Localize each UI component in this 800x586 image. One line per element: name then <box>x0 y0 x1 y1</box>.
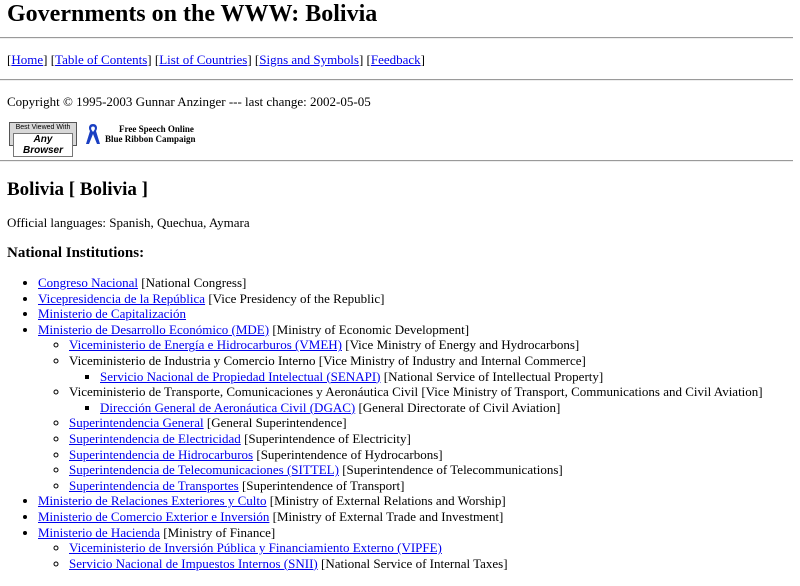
nav-toc-link[interactable]: Table of Contents <box>55 52 147 67</box>
list-item: Viceministerio de Industria y Comercio I… <box>69 353 793 384</box>
institution-name: Viceministerio de Transporte, Comunicaci… <box>69 384 419 400</box>
list-item: Ministerio de Desarrollo Económico (MDE)… <box>38 322 793 494</box>
sub-list: Viceministerio de Energía e Hidrocarburo… <box>38 337 793 493</box>
copyright-notice: Copyright © 1995-2003 Gunnar Anzinger --… <box>7 94 371 109</box>
country-heading: Bolivia [ Bolivia ] <box>7 179 148 200</box>
divider <box>0 160 793 162</box>
institution-translation: [General Superintendence] <box>203 415 347 431</box>
list-item: Superintendencia de Telecomunicaciones (… <box>69 462 793 478</box>
institution-translation: [General Directorate of Civil Aviation] <box>355 399 561 415</box>
institution-translation: [Vice Presidency of the Republic] <box>205 290 385 306</box>
institution-translation: [Ministry of Economic Development] <box>269 321 470 337</box>
institution-translation: [Ministry of External Trade and Investme… <box>269 508 504 524</box>
institution-translation: [Superintendence of Hydrocarbons] <box>253 446 443 462</box>
institutions-list: Congreso Nacional [National Congress]Vic… <box>7 275 793 571</box>
institution-link[interactable]: Viceministerio de Inversión Pública y Fi… <box>69 540 442 555</box>
blue-ribbon-icon[interactable] <box>85 122 101 146</box>
institution-name: Viceministerio de Industria y Comercio I… <box>69 352 316 368</box>
institution-link[interactable]: Servicio Nacional de Propiedad Intelectu… <box>100 369 381 384</box>
nav-symbols-link[interactable]: Signs and Symbols <box>259 52 359 67</box>
list-item: Superintendencia de Electricidad [Superi… <box>69 431 793 447</box>
campaign-line2: Blue Ribbon Campaign <box>105 134 196 144</box>
sub-list: Dirección General de Aeronáutica Civil (… <box>69 400 793 416</box>
list-item: Congreso Nacional [National Congress] <box>38 275 793 291</box>
official-languages: Official languages: Spanish, Quechua, Ay… <box>7 215 250 230</box>
divider <box>0 37 793 39</box>
institution-link[interactable]: Congreso Nacional <box>38 275 138 290</box>
institution-link[interactable]: Dirección General de Aeronáutica Civil (… <box>100 400 355 415</box>
institution-link[interactable]: Superintendencia General <box>69 415 204 430</box>
list-item: Ministerio de Relaciones Exteriores y Cu… <box>38 493 793 509</box>
list-item: Vicepresidencia de la República [Vice Pr… <box>38 291 793 307</box>
any-browser-badge[interactable]: Best Viewed With Any Browser <box>9 122 77 157</box>
section-heading: National Institutions: <box>7 245 145 261</box>
institution-translation: [Vice Ministry of Transport, Communicati… <box>418 384 763 400</box>
badge-line2: Any Browser <box>13 133 73 157</box>
list-item: Ministerio de Comercio Exterior e Invers… <box>38 509 793 525</box>
nav-home-link[interactable]: Home <box>11 52 43 67</box>
institution-link[interactable]: Ministerio de Capitalización <box>38 306 186 321</box>
institution-link[interactable]: Superintendencia de Transportes <box>69 478 239 493</box>
divider <box>0 79 793 81</box>
institution-translation: [Ministry of External Relations and Wors… <box>266 493 506 509</box>
institution-translation: [National Service of Intellectual Proper… <box>380 368 604 384</box>
badges: Best Viewed With Any Browser Free Speech… <box>9 122 793 157</box>
list-item: Superintendencia General [General Superi… <box>69 415 793 431</box>
institution-translation: [National Service of Internal Taxes] <box>317 555 508 571</box>
sub-list: Servicio Nacional de Propiedad Intelectu… <box>69 369 793 385</box>
institution-translation: [National Congress] <box>138 275 247 290</box>
blue-ribbon-campaign-link[interactable]: Free Speech Online Blue Ribbon Campaign <box>105 124 196 144</box>
list-item: Ministerio de Capitalización <box>38 306 793 322</box>
badge-line1: Best Viewed With <box>15 124 71 131</box>
institution-translation: [Superintendence of Transport] <box>238 477 405 493</box>
list-item: Superintendencia de Transportes [Superin… <box>69 478 793 494</box>
list-item: Viceministerio de Inversión Pública y Fi… <box>69 540 793 556</box>
institution-link[interactable]: Superintendencia de Electricidad <box>69 431 241 446</box>
institution-link[interactable]: Ministerio de Comercio Exterior e Invers… <box>38 509 269 524</box>
institution-translation: [Superintendence of Electricity] <box>240 430 411 446</box>
list-item: Viceministerio de Transporte, Comunicaci… <box>69 384 793 415</box>
institution-link[interactable]: Superintendencia de Telecomunicaciones (… <box>69 462 339 477</box>
nav-bar: [Home] [Table of Contents] [List of Coun… <box>7 52 426 67</box>
institution-translation: [Vice Ministry of Energy and Hydrocarbon… <box>341 337 580 353</box>
institution-link[interactable]: Superintendencia de Hidrocarburos <box>69 447 253 462</box>
list-item: Ministerio de Hacienda [Ministry of Fina… <box>38 525 793 572</box>
institution-link[interactable]: Servicio Nacional de Impuestos Internos … <box>69 556 318 571</box>
list-item: Servicio Nacional de Impuestos Internos … <box>69 556 793 572</box>
institution-link[interactable]: Ministerio de Desarrollo Económico (MDE) <box>38 322 269 337</box>
sub-list: Viceministerio de Inversión Pública y Fi… <box>38 540 793 571</box>
institution-link[interactable]: Ministerio de Hacienda <box>38 525 160 540</box>
list-item: Servicio Nacional de Propiedad Intelectu… <box>100 369 793 385</box>
campaign-line1: Free Speech Online <box>119 124 194 134</box>
institution-link[interactable]: Viceministerio de Energía e Hidrocarburo… <box>69 337 342 352</box>
nav-countries-link[interactable]: List of Countries <box>159 52 247 67</box>
page-title: Governments on the WWW: Bolivia <box>7 1 378 27</box>
nav-feedback-link[interactable]: Feedback <box>371 52 421 67</box>
page-content: Governments on the WWW: Bolivia [Home] [… <box>0 0 800 571</box>
list-item: Dirección General de Aeronáutica Civil (… <box>100 400 793 416</box>
list-item: Viceministerio de Energía e Hidrocarburo… <box>69 337 793 353</box>
institution-translation: [Superintendence of Telecommunications] <box>338 462 563 478</box>
institution-link[interactable]: Ministerio de Relaciones Exteriores y Cu… <box>38 493 267 508</box>
institution-translation: [Ministry of Finance] <box>160 524 276 540</box>
list-item: Superintendencia de Hidrocarburos [Super… <box>69 447 793 463</box>
institution-translation: [Vice Ministry of Industry and Internal … <box>315 352 586 368</box>
institution-link[interactable]: Vicepresidencia de la República <box>38 291 205 306</box>
